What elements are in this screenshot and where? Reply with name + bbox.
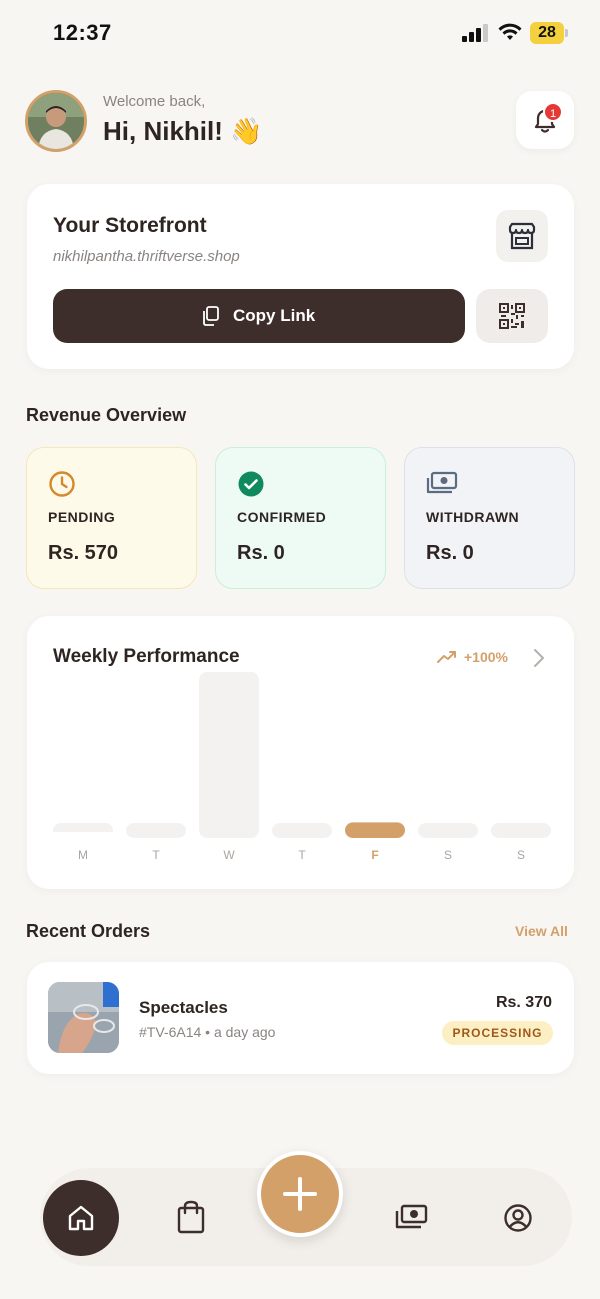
avatar[interactable] <box>25 90 87 152</box>
nav-earnings-icon[interactable] <box>392 1198 432 1238</box>
chart-day-label-5: S <box>444 848 452 862</box>
order-item[interactable]: Spectacles #TV-6A14 • a day ago Rs. 370 … <box>27 962 574 1074</box>
chart-bar-2 <box>199 672 259 838</box>
order-thumbnail <box>48 982 119 1053</box>
chart-day-label-0: M <box>78 848 88 862</box>
withdrawn-label: WITHDRAWN <box>426 509 520 525</box>
withdrawn-card[interactable]: WITHDRAWN Rs. 0 <box>404 447 575 589</box>
notifications-button[interactable] <box>516 91 574 149</box>
plus-icon <box>283 1177 317 1211</box>
recent-orders-title: Recent Orders <box>26 921 151 941</box>
qr-code-icon <box>499 303 525 329</box>
storefront-url: nikhilpantha.thriftverse.shop <box>53 248 240 265</box>
revenue-overview-title: Revenue Overview <box>26 405 187 425</box>
confirmed-value: Rs. 0 <box>237 542 285 564</box>
profile-icon[interactable] <box>498 1198 538 1238</box>
cash-icon <box>426 471 458 494</box>
avatar-image <box>28 93 84 149</box>
check-circle-icon <box>238 471 264 497</box>
bag-icon[interactable] <box>171 1198 211 1238</box>
home-icon <box>68 1205 94 1231</box>
order-meta: #TV-6A14 • a day ago <box>139 1024 276 1040</box>
storefront-card: Your Storefront nikhilpantha.thriftverse… <box>27 184 574 369</box>
battery-icon: 28 <box>530 22 568 44</box>
chart-day-label-2: W <box>223 848 235 862</box>
chart-bar-6 <box>491 823 551 838</box>
copy-link-label: Copy Link <box>233 306 316 325</box>
copy-icon <box>203 306 219 326</box>
wifi-icon <box>498 23 522 40</box>
withdrawn-value: Rs. 0 <box>426 542 474 564</box>
welcome-text: Welcome back, <box>103 93 206 110</box>
chart-bar-4 <box>345 822 405 838</box>
status-bar: 12:37 28 <box>0 0 600 64</box>
chart-day-label-1: T <box>152 848 160 862</box>
order-name: Spectacles <box>139 998 228 1017</box>
qr-code-button[interactable] <box>476 289 548 343</box>
signal-icon <box>462 24 488 42</box>
status-time: 12:37 <box>53 20 112 45</box>
notification-badge: 1 <box>543 102 563 122</box>
storefront-title: Your Storefront <box>53 214 207 237</box>
pending-value: Rs. 570 <box>48 542 119 564</box>
chart-day-label-3: T <box>298 848 306 862</box>
chart-day-label-6: S <box>517 848 525 862</box>
clock-icon <box>49 471 75 497</box>
confirmed-card[interactable]: CONFIRMED Rs. 0 <box>215 447 386 589</box>
chart-day-label-4: F <box>371 848 378 862</box>
add-button[interactable] <box>257 1151 343 1237</box>
confirmed-label: CONFIRMED <box>237 509 327 525</box>
weekly-bar-chart: MTWTFSS <box>27 672 574 862</box>
order-price: Rs. 370 <box>495 994 552 1011</box>
storefront-button[interactable] <box>496 210 548 262</box>
chart-bar-3 <box>272 823 332 838</box>
nav-home-button[interactable] <box>43 1180 119 1256</box>
copy-link-button[interactable]: Copy Link <box>53 289 465 343</box>
store-icon <box>508 222 536 250</box>
chart-bar-1 <box>126 823 186 838</box>
order-status-badge: PROCESSING <box>442 1021 553 1045</box>
pending-label: PENDING <box>48 509 116 525</box>
greeting-text: Hi, Nikhil! 👋 <box>103 116 263 146</box>
pending-card[interactable]: PENDING Rs. 570 <box>26 447 197 589</box>
view-all-link[interactable]: View All <box>515 923 568 939</box>
chart-bar-5 <box>418 823 478 838</box>
battery-level: 28 <box>538 24 556 41</box>
weekly-performance-card[interactable]: Weekly Performance +100% MTWTFSS <box>27 616 574 889</box>
